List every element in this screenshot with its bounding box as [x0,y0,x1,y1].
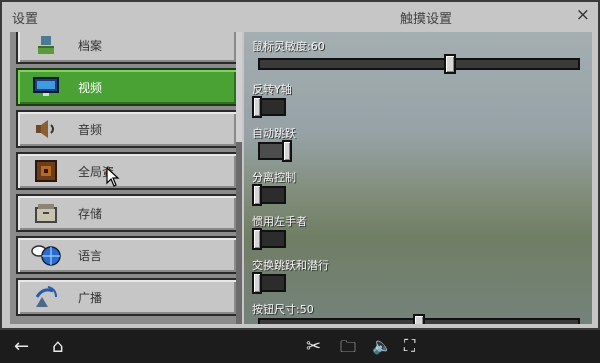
touch-settings-title: 触摸设置 [400,12,453,27]
sidebar-scrollbar[interactable] [236,32,242,324]
sensitivity-slider[interactable] [258,54,580,74]
android-navigation-bar: ← ⌂ ✂ 🗀 🔈 ⛶ [0,330,600,362]
broadcast-icon [28,284,64,310]
sensitivity-slider-knob[interactable] [444,54,456,74]
button-size-label: 按钮尺寸:50 [252,303,314,316]
storage-icon [28,200,64,226]
split-controls-label: 分离控制 [252,171,296,184]
folder-icon[interactable]: 🗀 [340,336,356,363]
button-size-slider[interactable] [258,314,580,324]
auto-jump-toggle[interactable] [258,140,292,162]
back-icon[interactable]: ← [14,336,29,357]
left-handed-label: 惯用左手者 [252,215,307,228]
button-size-slider-knob[interactable] [413,314,425,324]
touch-settings-panel: 鼠标灵敏度:60 反转Y轴 自动跳跃 分离控制 惯用左手者 交换跳跃和潜行 按钮… [244,32,592,324]
monitor-icon [28,74,64,100]
sidebar-item-storage[interactable]: 存储 [16,194,238,232]
sidebar-item-video[interactable]: 视频 [16,68,238,106]
sidebar-scrollbar-thumb[interactable] [236,32,242,142]
volume-icon[interactable]: 🔈 [372,336,392,355]
sidebar-item-profile[interactable]: 档案 [16,32,238,64]
sidebar-item-label: 视频 [78,80,103,95]
fullscreen-icon[interactable]: ⛶ [404,336,415,356]
sidebar-item-broadcast[interactable]: 广播 [16,278,238,316]
sidebar-item-language[interactable]: 语言 [16,236,238,274]
left-handed-toggle[interactable] [252,228,286,250]
sidebar-item-global-resources[interactable]: 全局资 [16,152,238,190]
settings-window: 设置 触摸设置 × 档案 视频 音频 全局资 存储 语言 广播 鼠标灵敏度:60… [0,0,600,330]
sidebar-item-label: 广播 [78,290,103,305]
split-controls-toggle[interactable] [252,184,286,206]
sidebar-item-label: 存储 [78,206,103,221]
global-resources-icon [28,158,64,184]
sidebar-item-audio[interactable]: 音频 [16,110,238,148]
sidebar-item-label: 音频 [78,122,103,137]
close-button[interactable]: × [576,5,590,25]
profile-icon [28,32,64,58]
settings-title: 设置 [12,12,39,27]
invert-y-label: 反转Y轴 [252,83,292,96]
invert-y-toggle[interactable] [252,96,286,118]
scissors-icon[interactable]: ✂ [306,336,321,357]
title-bar: 设置 触摸设置 × [2,2,598,30]
auto-jump-label: 自动跳跃 [252,127,296,140]
swap-jump-sneak-toggle[interactable] [252,272,286,294]
settings-sidebar: 档案 视频 音频 全局资 存储 语言 广播 [10,32,240,324]
language-icon [28,242,64,268]
sensitivity-label: 鼠标灵敏度:60 [252,40,325,53]
home-icon[interactable]: ⌂ [52,336,63,357]
sidebar-item-label: 语言 [78,248,103,263]
sidebar-item-label: 档案 [78,38,103,53]
mouse-cursor-icon [106,166,120,191]
swap-jump-sneak-label: 交换跳跃和潜行 [252,259,329,272]
speaker-icon [28,116,64,142]
